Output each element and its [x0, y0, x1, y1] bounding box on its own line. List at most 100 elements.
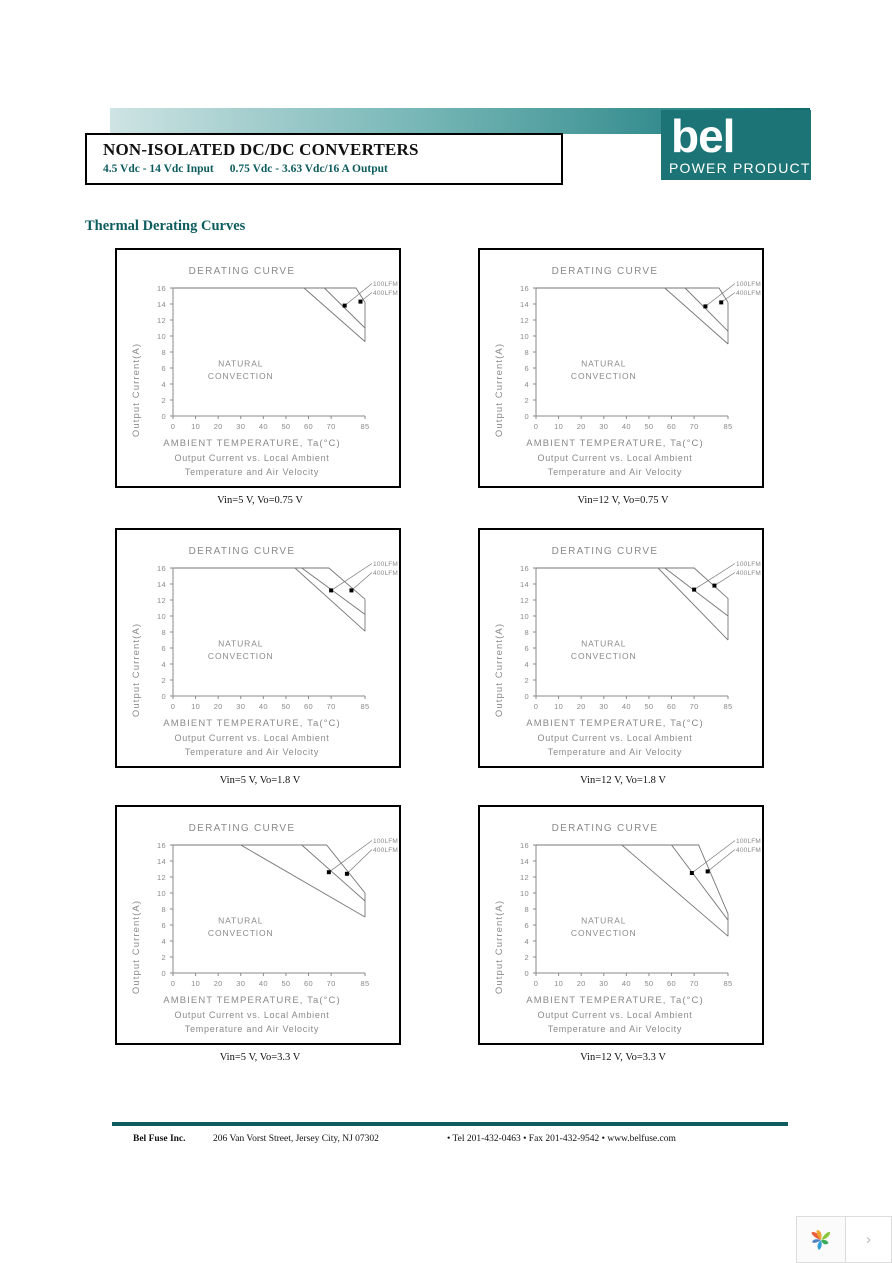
output-spec: 0.75 Vdc - 3.63 Vdc/16 A Output	[229, 163, 388, 175]
chart-vin12-vo33: DERATING CURVE 0 2 4 6 8 10 12 14 16 0 10 20 30 40 50 60…	[478, 805, 764, 1045]
svg-text:100LFM: 100LFM	[736, 561, 761, 568]
svg-text:4: 4	[162, 660, 166, 669]
svg-text:DERATING CURVE: DERATING CURVE	[552, 546, 659, 557]
curve-100lfm	[173, 844, 366, 902]
input-spec: 4.5 Vdc - 14 Vdc Input	[103, 163, 214, 175]
svg-text:6: 6	[525, 364, 529, 373]
svg-text:Temperature and Air Velocity: Temperature and Air Velocity	[548, 1024, 682, 1034]
svg-text:16: 16	[520, 284, 529, 293]
svg-text:10: 10	[157, 889, 166, 898]
svg-text:20: 20	[214, 702, 223, 711]
svg-text:0: 0	[162, 969, 166, 978]
svg-text:0: 0	[171, 702, 175, 711]
derating-plot: DERATING CURVE 0 2 4 6 8 10 12 14 16 0 10 20 30 40 50 60…	[131, 546, 398, 757]
svg-text:8: 8	[525, 905, 529, 914]
svg-text:70: 70	[690, 979, 699, 988]
svg-text:CONVECTION: CONVECTION	[571, 928, 637, 938]
svg-text:0: 0	[171, 422, 175, 431]
section-heading: Thermal Derating Curves	[85, 218, 246, 234]
svg-text:60: 60	[304, 702, 313, 711]
svg-text:Output Current vs. Local Ambie: Output Current vs. Local Ambient	[175, 453, 330, 463]
svg-text:10: 10	[554, 979, 563, 988]
page-subtitle: 4.5 Vdc - 14 Vdc Input 0.75 Vdc - 3.63 Vd…	[103, 163, 388, 175]
curve-natural-convection	[536, 567, 729, 641]
svg-text:8: 8	[525, 628, 529, 637]
svg-text:Temperature and Air Velocity: Temperature and Air Velocity	[548, 747, 682, 757]
page-title: NON-ISOLATED DC/DC CONVERTERS	[103, 140, 419, 159]
svg-text:CONVECTION: CONVECTION	[571, 651, 637, 661]
svg-text:Temperature and Air Velocity: Temperature and Air Velocity	[185, 747, 319, 757]
svg-text:Temperature and Air Velocity: Temperature and Air Velocity	[548, 467, 682, 477]
bel-wordmark: bel	[671, 110, 735, 162]
svg-text:14: 14	[157, 300, 166, 309]
svg-text:6: 6	[162, 921, 166, 930]
curve-400lfm	[536, 287, 729, 303]
svg-text:70: 70	[327, 422, 336, 431]
svg-text:10: 10	[554, 422, 563, 431]
chart-card: DERATING CURVE 0 2 4 6 8 10 12 14 16 0 10 20 30 40 50 60…	[115, 248, 405, 506]
svg-text:NATURAL: NATURAL	[218, 638, 263, 648]
svg-text:DERATING CURVE: DERATING CURVE	[189, 266, 296, 277]
svg-text:0: 0	[525, 412, 529, 421]
svg-text:14: 14	[157, 857, 166, 866]
chevron-right-icon: ›	[866, 1231, 871, 1248]
svg-text:14: 14	[520, 300, 529, 309]
svg-text:Output Current vs. Local Ambie: Output Current vs. Local Ambient	[538, 453, 693, 463]
data-point-marker	[712, 583, 717, 588]
svg-text:100LFM: 100LFM	[373, 281, 398, 288]
svg-text:20: 20	[577, 979, 586, 988]
footer-company: Bel Fuse Inc.	[133, 1134, 186, 1144]
svg-text:50: 50	[281, 979, 290, 988]
svg-text:40: 40	[259, 702, 268, 711]
svg-text:0: 0	[534, 702, 538, 711]
chart-caption: Vin=12 V, Vo=1.8 V	[580, 775, 666, 786]
svg-text:12: 12	[157, 873, 166, 882]
svg-text:NATURAL: NATURAL	[218, 358, 263, 368]
svg-text:10: 10	[191, 979, 200, 988]
data-point-marker	[358, 299, 363, 304]
svg-text:2: 2	[525, 953, 529, 962]
page-nav-widget[interactable]: ›	[796, 1216, 892, 1263]
svg-text:16: 16	[520, 841, 529, 850]
chart-vin5-vo18: DERATING CURVE 0 2 4 6 8 10 12 14 16 0 10 20 30 40 50 60…	[115, 528, 401, 768]
svg-text:0: 0	[162, 412, 166, 421]
curve-natural-convection	[173, 844, 366, 918]
next-page-button[interactable]: ›	[846, 1217, 891, 1262]
svg-text:2: 2	[162, 953, 166, 962]
svg-text:100LFM: 100LFM	[373, 838, 398, 845]
svg-text:Output Current vs. Local Ambie: Output Current vs. Local Ambient	[175, 733, 330, 743]
svg-text:400LFM: 400LFM	[736, 847, 761, 854]
svg-text:100LFM: 100LFM	[736, 281, 761, 288]
svg-text:AMBIENT TEMPERATURE, Ta(°C): AMBIENT TEMPERATURE, Ta(°C)	[526, 718, 703, 729]
data-point-marker	[719, 300, 724, 305]
svg-text:40: 40	[622, 979, 631, 988]
svg-text:Output Current(A): Output Current(A)	[494, 343, 505, 437]
svg-text:70: 70	[327, 979, 336, 988]
chart-card: DERATING CURVE 0 2 4 6 8 10 12 14 16 0 10 20 30 40 50 60…	[115, 528, 405, 786]
bel-logo: bel POWER PRODUCTS	[661, 110, 820, 180]
svg-text:0: 0	[534, 979, 538, 988]
svg-text:50: 50	[644, 979, 653, 988]
data-point-marker	[703, 304, 708, 309]
chart-vin5-vo075: DERATING CURVE 0 2 4 6 8 10 12 14 16 0 10 20 30 40 50 60…	[115, 248, 401, 488]
svg-text:8: 8	[162, 628, 166, 637]
svg-text:400LFM: 400LFM	[373, 290, 398, 297]
svg-text:50: 50	[281, 422, 290, 431]
chart-caption: Vin=5 V, Vo=3.3 V	[219, 1052, 301, 1063]
curve-400lfm	[173, 844, 366, 894]
svg-text:85: 85	[361, 979, 370, 988]
chart-caption: Vin=12 V, Vo=3.3 V	[580, 1052, 666, 1063]
chart-card: DERATING CURVE 0 2 4 6 8 10 12 14 16 0 10 20 30 40 50 60…	[478, 248, 768, 506]
svg-text:10: 10	[157, 332, 166, 341]
footer-address: 206 Van Vorst Street, Jersey City, NJ 07…	[213, 1134, 379, 1144]
svg-text:8: 8	[162, 905, 166, 914]
data-point-marker	[705, 869, 710, 874]
svg-text:100LFM: 100LFM	[736, 838, 761, 845]
svg-text:12: 12	[520, 316, 529, 325]
svg-text:400LFM: 400LFM	[373, 847, 398, 854]
curve-100lfm	[536, 567, 729, 617]
chart-vin12-vo18: DERATING CURVE 0 2 4 6 8 10 12 14 16 0 10 20 30 40 50 60…	[478, 528, 764, 768]
svg-text:40: 40	[259, 422, 268, 431]
svg-text:16: 16	[157, 841, 166, 850]
svg-text:12: 12	[520, 596, 529, 605]
